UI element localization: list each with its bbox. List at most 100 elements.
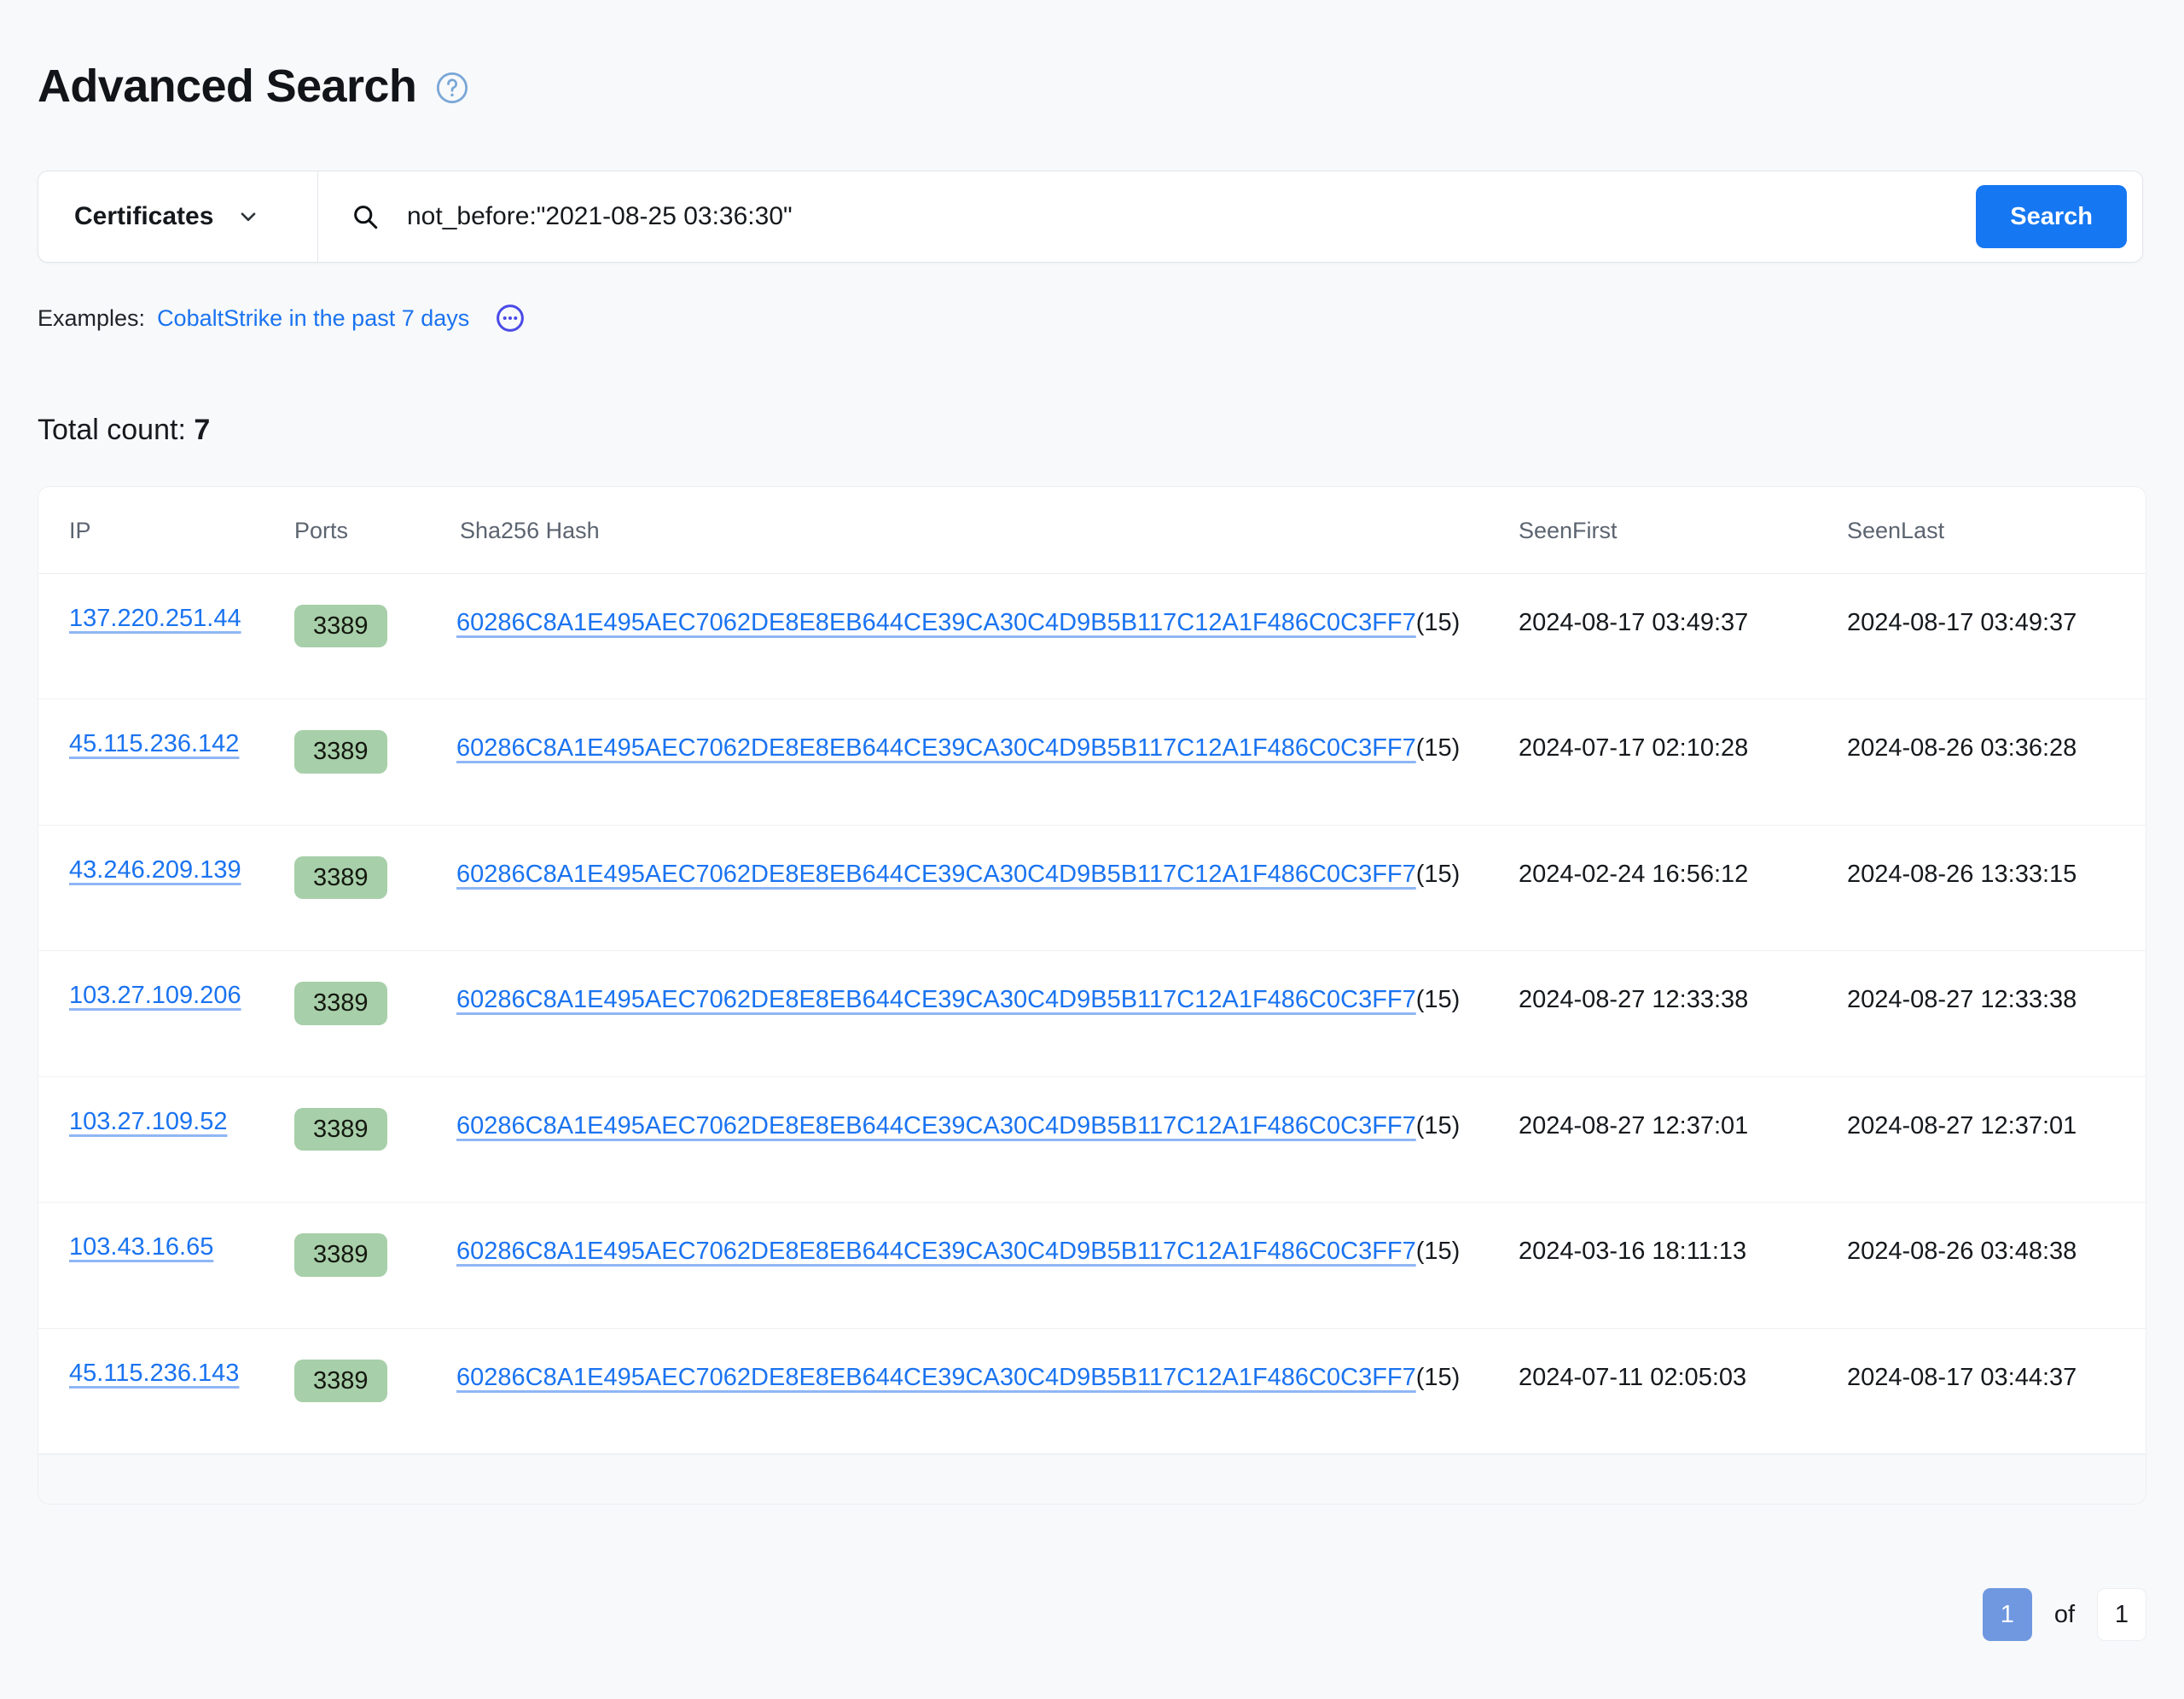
column-header-seenfirst[interactable]: SeenFirst: [1519, 487, 1847, 574]
cell-seenlast: 2024-08-17 03:49:37: [1847, 573, 2146, 700]
cell-sha256hash: 60286C8A1E495AEC7062DE8E8EB644CE39CA30C4…: [456, 950, 1519, 1077]
seenfirst-timestamp: 2024-08-27 12:33:38: [1519, 986, 1749, 1014]
cell-ports: 3389: [294, 573, 456, 700]
cell-seenfirst: 2024-08-27 12:33:38: [1519, 950, 1847, 1077]
search-button[interactable]: Search: [1976, 185, 2127, 248]
cell-ports: 3389: [294, 1076, 456, 1203]
cell-ports: 3389: [294, 1328, 456, 1455]
cell-ip: 137.220.251.44: [38, 573, 294, 700]
column-header-ports[interactable]: Ports: [294, 487, 456, 574]
cell-sha256hash: 60286C8A1E495AEC7062DE8E8EB644CE39CA30C4…: [456, 573, 1519, 700]
results-table: IP Ports Sha256 Hash SeenFirst SeenLast …: [38, 487, 2146, 1455]
pagination: 1 of 1: [1982, 1588, 2146, 1641]
seenfirst-timestamp: 2024-02-24 16:56:12: [1519, 860, 1749, 888]
example-query-link[interactable]: CobaltStrike in the past 7 days: [157, 305, 469, 332]
scope-dropdown-label: Certificates: [74, 202, 214, 230]
total-count-label: Total count:: [38, 414, 186, 446]
sha256-hash-count: (15): [1415, 986, 1461, 1014]
table-row: 103.27.109.52 3389 60286C8A1E495AEC7062DE8…: [38, 1076, 2146, 1203]
help-circle-icon[interactable]: [435, 71, 469, 105]
table-row: 45.115.236.142 3389 60286C8A1E495AEC7062DE…: [38, 699, 2146, 826]
sha256-hash-link[interactable]: 60286C8A1E495AEC7062DE8E8EB644CE39CA30C4…: [456, 861, 1416, 888]
sha256-hash-count: (15): [1415, 734, 1461, 763]
sha256-hash-link[interactable]: 60286C8A1E495AEC7062DE8E8EB644CE39CA30C4…: [456, 1238, 1416, 1265]
cell-ip: 103.27.109.52: [38, 1076, 294, 1203]
query-field-wrapper: [318, 171, 1977, 262]
sha256-hash-link[interactable]: 60286C8A1E495AEC7062DE8E8EB644CE39CA30C4…: [456, 986, 1416, 1013]
seenfirst-timestamp: 2024-03-16 18:11:13: [1519, 1238, 1747, 1266]
ip-link[interactable]: 103.27.109.206: [69, 982, 241, 1009]
port-badge[interactable]: 3389: [294, 605, 387, 648]
cell-seenlast: 2024-08-26 03:36:28: [1847, 699, 2146, 826]
chevron-down-icon: [241, 212, 256, 222]
page-title: Advanced Search: [38, 61, 417, 112]
column-header-sha256hash[interactable]: Sha256 Hash: [456, 487, 1519, 574]
cell-ip: 103.27.109.206: [38, 950, 294, 1077]
cell-seenlast: 2024-08-27 12:33:38: [1847, 950, 2146, 1077]
cell-seenlast: 2024-08-26 13:33:15: [1847, 825, 2146, 952]
total-count: Total count: 7: [38, 414, 210, 447]
table-header-row: IP Ports Sha256 Hash SeenFirst SeenLast: [38, 487, 2146, 574]
cell-ports: 3389: [294, 825, 456, 952]
table-row: 43.246.209.139 3389 60286C8A1E495AEC7062DE…: [38, 825, 2146, 952]
results-table-card: IP Ports Sha256 Hash SeenFirst SeenLast …: [38, 486, 2146, 1505]
port-badge[interactable]: 3389: [294, 1107, 387, 1151]
ellipsis-circle-icon[interactable]: [495, 303, 526, 333]
sha256-hash-link[interactable]: 60286C8A1E495AEC7062DE8E8EB644CE39CA30C4…: [456, 1364, 1416, 1391]
ip-link[interactable]: 103.43.16.65: [69, 1233, 213, 1261]
port-badge[interactable]: 3389: [294, 855, 387, 900]
seenlast-timestamp: 2024-08-27 12:33:38: [1847, 986, 2077, 1014]
seenfirst-timestamp: 2024-07-17 02:10:28: [1519, 734, 1749, 763]
cell-sha256hash: 60286C8A1E495AEC7062DE8E8EB644CE39CA30C4…: [456, 699, 1519, 826]
table-row: 45.115.236.143 3389 60286C8A1E495AEC7062DE…: [38, 1328, 2146, 1455]
cell-seenfirst: 2024-08-27 12:37:01: [1519, 1076, 1847, 1203]
cell-seenfirst: 2024-08-17 03:49:37: [1519, 573, 1847, 700]
results-table-head: IP Ports Sha256 Hash SeenFirst SeenLast: [38, 487, 2146, 574]
sha256-hash-link[interactable]: 60286C8A1E495AEC7062DE8E8EB644CE39CA30C4…: [456, 734, 1416, 762]
search-input[interactable]: [407, 202, 1977, 231]
sha256-hash-link[interactable]: 60286C8A1E495AEC7062DE8E8EB644CE39CA30C4…: [456, 609, 1416, 636]
sha256-hash-count: (15): [1415, 609, 1461, 636]
seenlast-timestamp: 2024-08-17 03:44:37: [1847, 1363, 2077, 1391]
cell-ip: 103.43.16.65: [38, 1202, 294, 1329]
sha256-hash-count: (15): [1415, 1363, 1461, 1391]
results-table-body: 137.220.251.44 3389 60286C8A1E495AEC7062DE…: [38, 573, 2146, 1455]
ip-link[interactable]: 43.246.209.139: [69, 856, 241, 884]
cell-ip: 45.115.236.142: [38, 699, 294, 826]
scope-dropdown[interactable]: Certificates: [38, 171, 318, 262]
port-badge[interactable]: 3389: [294, 1359, 387, 1403]
cell-sha256hash: 60286C8A1E495AEC7062DE8E8EB644CE39CA30C4…: [456, 1328, 1519, 1455]
cell-sha256hash: 60286C8A1E495AEC7062DE8E8EB644CE39CA30C4…: [456, 1076, 1519, 1203]
cell-sha256hash: 60286C8A1E495AEC7062DE8E8EB644CE39CA30C4…: [456, 1202, 1519, 1329]
advanced-search-page: Advanced Search Certificates Search Exam…: [0, 0, 2184, 1699]
cell-seenlast: 2024-08-26 03:48:38: [1847, 1202, 2146, 1329]
column-header-ip[interactable]: IP: [38, 487, 294, 574]
cell-sha256hash: 60286C8A1E495AEC7062DE8E8EB644CE39CA30C4…: [456, 825, 1519, 952]
cell-seenlast: 2024-08-17 03:44:37: [1847, 1328, 2146, 1455]
total-count-value: 7: [194, 414, 211, 446]
pagination-of-label: of: [2053, 1600, 2075, 1628]
table-row: 103.43.16.65 3389 60286C8A1E495AEC7062DE8E…: [38, 1202, 2146, 1329]
ip-link[interactable]: 103.27.109.52: [69, 1108, 227, 1135]
seenfirst-timestamp: 2024-08-27 12:37:01: [1519, 1111, 1749, 1139]
column-header-seenlast[interactable]: SeenLast: [1847, 487, 2146, 574]
pagination-total-pages[interactable]: 1: [2097, 1588, 2146, 1641]
ip-link[interactable]: 45.115.236.142: [69, 730, 239, 757]
port-badge[interactable]: 3389: [294, 730, 387, 774]
sha256-hash-count: (15): [1415, 860, 1461, 888]
pagination-current-page[interactable]: 1: [1982, 1588, 2032, 1641]
examples-row: Examples: CobaltStrike in the past 7 day…: [38, 303, 526, 333]
ip-link[interactable]: 45.115.236.143: [69, 1360, 239, 1387]
port-badge[interactable]: 3389: [294, 982, 387, 1025]
seenlast-timestamp: 2024-08-17 03:49:37: [1847, 609, 2077, 636]
cell-seenlast: 2024-08-27 12:37:01: [1847, 1076, 2146, 1203]
search-bar: Certificates Search: [38, 171, 2143, 263]
sha256-hash-link[interactable]: 60286C8A1E495AEC7062DE8E8EB644CE39CA30C4…: [456, 1112, 1416, 1139]
ip-link[interactable]: 137.220.251.44: [69, 605, 241, 632]
search-icon: [354, 206, 378, 229]
port-badge[interactable]: 3389: [294, 1233, 387, 1277]
seenlast-timestamp: 2024-08-26 13:33:15: [1847, 860, 2077, 888]
cell-ports: 3389: [294, 1202, 456, 1329]
seenfirst-timestamp: 2024-08-17 03:49:37: [1519, 609, 1749, 636]
sha256-hash-count: (15): [1415, 1111, 1461, 1139]
